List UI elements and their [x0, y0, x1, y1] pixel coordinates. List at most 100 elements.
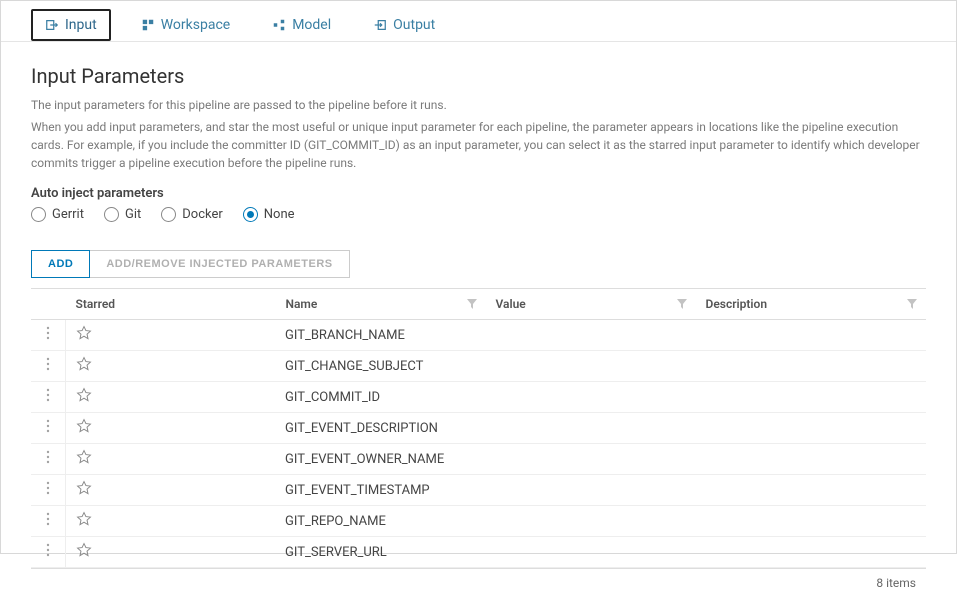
row-menu-button[interactable]: [31, 351, 65, 382]
radio-icon: [104, 207, 119, 222]
auto-inject-label: Auto inject parameters: [31, 186, 926, 201]
row-description: [695, 413, 926, 444]
tab-label: Workspace: [161, 17, 231, 33]
row-description: [695, 537, 926, 568]
star-icon: [76, 418, 92, 434]
table-row: GIT_SERVER_URL: [31, 537, 926, 568]
row-menu-button[interactable]: [31, 413, 65, 444]
filter-icon[interactable]: [907, 299, 917, 309]
column-label: Value: [496, 297, 526, 311]
parameters-table-wrap: Starred Name Value Description: [31, 288, 926, 590]
radio-label: Git: [125, 207, 141, 222]
table-footer: 8 items: [31, 568, 926, 590]
row-value: [485, 444, 695, 475]
tab-workspace[interactable]: Workspace: [129, 11, 243, 39]
kebab-menu-icon: [42, 481, 54, 495]
column-header-name[interactable]: Name: [275, 289, 485, 320]
column-label: Name: [286, 297, 318, 311]
tab-model[interactable]: Model: [260, 11, 343, 39]
tab-input[interactable]: Input: [31, 9, 111, 41]
tab-bar: Input Workspace Model Output: [1, 1, 956, 42]
row-star-toggle[interactable]: [65, 475, 275, 506]
content-area: Input Parameters The input parameters fo…: [1, 42, 956, 590]
row-star-toggle[interactable]: [65, 413, 275, 444]
kebab-menu-icon: [42, 512, 54, 526]
filter-icon[interactable]: [677, 299, 687, 309]
row-description: [695, 320, 926, 351]
row-description: [695, 506, 926, 537]
kebab-menu-icon: [42, 543, 54, 557]
column-header-description[interactable]: Description: [695, 289, 926, 320]
row-name: GIT_EVENT_TIMESTAMP: [275, 475, 485, 506]
radio-icon: [31, 207, 46, 222]
row-star-toggle[interactable]: [65, 444, 275, 475]
page-title: Input Parameters: [31, 64, 926, 88]
row-name: GIT_EVENT_DESCRIPTION: [275, 413, 485, 444]
row-menu-button[interactable]: [31, 506, 65, 537]
row-star-toggle[interactable]: [65, 320, 275, 351]
row-menu-button[interactable]: [31, 475, 65, 506]
star-icon: [76, 542, 92, 558]
row-star-toggle[interactable]: [65, 382, 275, 413]
tab-output[interactable]: Output: [361, 11, 447, 39]
row-value: [485, 537, 695, 568]
kebab-menu-icon: [42, 450, 54, 464]
row-menu-button[interactable]: [31, 382, 65, 413]
star-icon: [76, 356, 92, 372]
kebab-menu-icon: [42, 326, 54, 340]
parameters-table: Starred Name Value Description: [31, 289, 926, 568]
row-value: [485, 320, 695, 351]
filter-icon[interactable]: [467, 299, 477, 309]
radio-icon: [243, 207, 258, 222]
star-icon: [76, 449, 92, 465]
table-header-row: Starred Name Value Description: [31, 289, 926, 320]
star-icon: [76, 511, 92, 527]
star-icon: [76, 325, 92, 341]
row-star-toggle[interactable]: [65, 351, 275, 382]
row-value: [485, 475, 695, 506]
kebab-menu-icon: [42, 419, 54, 433]
table-row: GIT_EVENT_OWNER_NAME: [31, 444, 926, 475]
button-bar: ADD ADD/REMOVE INJECTED PARAMETERS: [31, 250, 926, 278]
tab-label: Model: [292, 17, 331, 33]
row-star-toggle[interactable]: [65, 537, 275, 568]
add-button[interactable]: ADD: [31, 250, 90, 278]
row-menu-button[interactable]: [31, 320, 65, 351]
radio-gerrit[interactable]: Gerrit: [31, 207, 84, 222]
row-description: [695, 351, 926, 382]
row-value: [485, 506, 695, 537]
column-header-starred[interactable]: Starred: [65, 289, 275, 320]
row-name: GIT_CHANGE_SUBJECT: [275, 351, 485, 382]
star-icon: [76, 387, 92, 403]
kebab-menu-icon: [42, 357, 54, 371]
row-value: [485, 382, 695, 413]
row-menu-button[interactable]: [31, 537, 65, 568]
output-icon: [373, 18, 387, 32]
input-icon: [45, 18, 59, 32]
row-name: GIT_BRANCH_NAME: [275, 320, 485, 351]
description-line2: When you add input parameters, and star …: [31, 118, 926, 172]
model-icon: [272, 18, 286, 32]
row-description: [695, 382, 926, 413]
auto-inject-radio-group: Gerrit Git Docker None: [31, 207, 926, 222]
radio-git[interactable]: Git: [104, 207, 141, 222]
row-menu-button[interactable]: [31, 444, 65, 475]
row-value: [485, 413, 695, 444]
row-name: GIT_SERVER_URL: [275, 537, 485, 568]
row-star-toggle[interactable]: [65, 506, 275, 537]
table-row: GIT_EVENT_TIMESTAMP: [31, 475, 926, 506]
radio-none[interactable]: None: [243, 207, 295, 222]
radio-label: None: [264, 207, 295, 222]
row-description: [695, 444, 926, 475]
row-name: GIT_COMMIT_ID: [275, 382, 485, 413]
table-row: GIT_EVENT_DESCRIPTION: [31, 413, 926, 444]
radio-docker[interactable]: Docker: [161, 207, 223, 222]
column-header-value[interactable]: Value: [485, 289, 695, 320]
radio-icon: [161, 207, 176, 222]
table-row: GIT_COMMIT_ID: [31, 382, 926, 413]
tab-label: Input: [65, 17, 97, 33]
add-remove-injected-button: ADD/REMOVE INJECTED PARAMETERS: [90, 250, 349, 278]
column-header-menu: [31, 289, 65, 320]
tab-label: Output: [393, 17, 435, 33]
column-label: Description: [706, 297, 768, 311]
